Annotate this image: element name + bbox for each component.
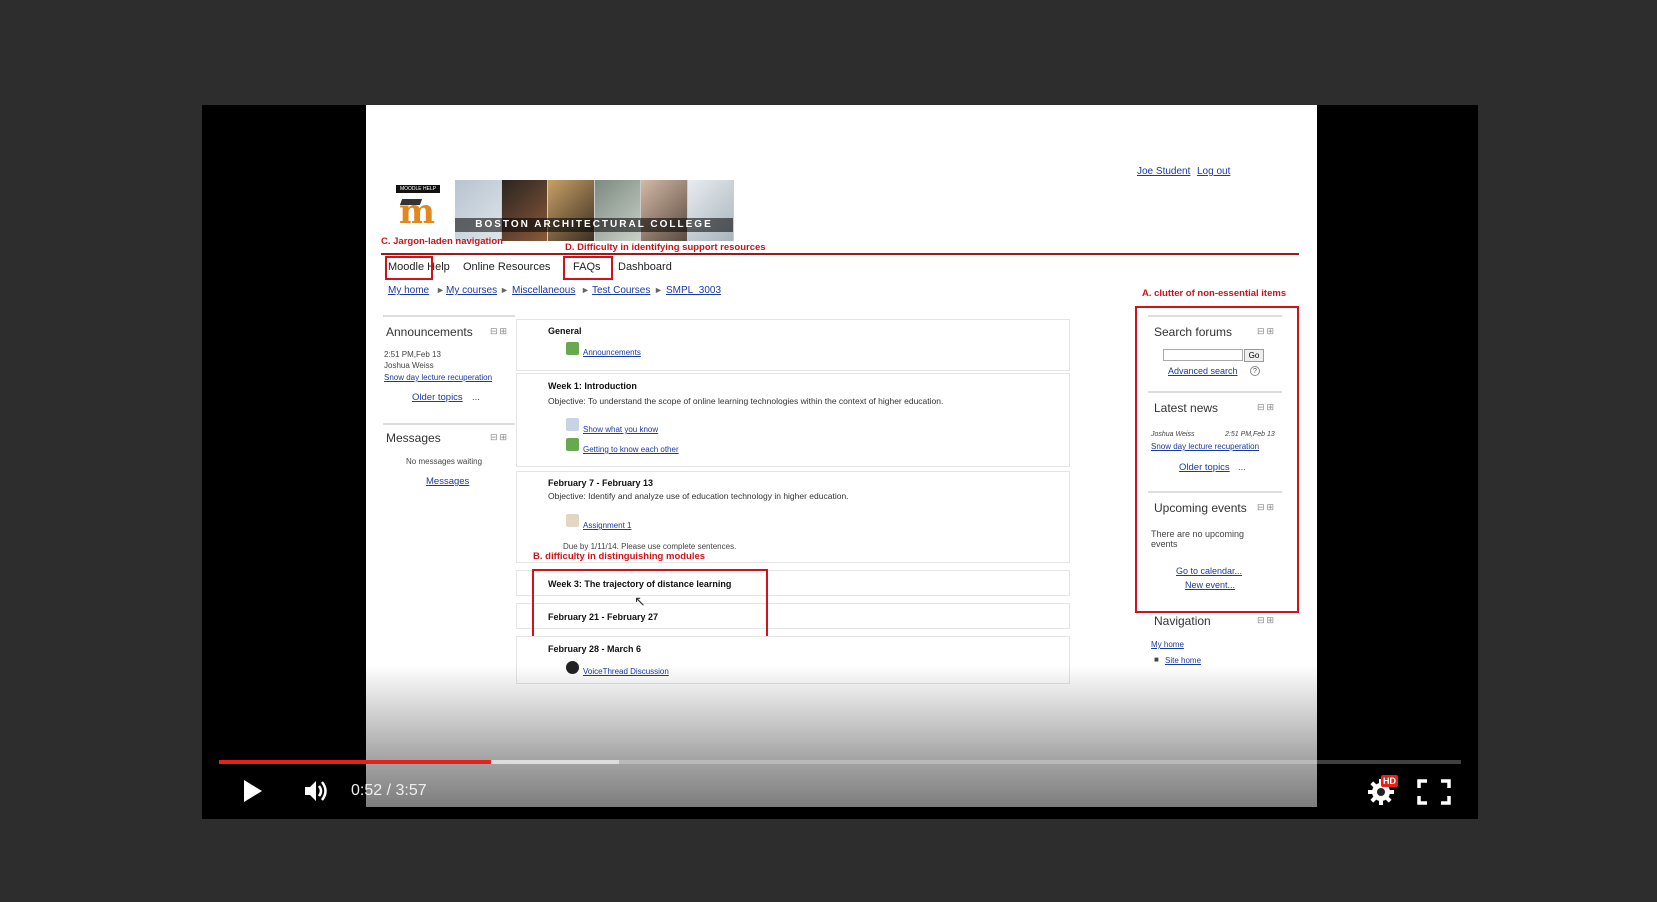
highlight-modules (532, 569, 768, 642)
block-divider (1148, 315, 1282, 317)
advanced-search-link[interactable]: Advanced search (1168, 366, 1238, 376)
fullscreen-icon[interactable] (1417, 779, 1451, 805)
section-objective: Objective: To understand the scope of on… (548, 396, 944, 406)
latest-news-title: Latest news (1154, 401, 1219, 415)
breadcrumb-my-home[interactable]: My home (388, 285, 429, 296)
section-objective: Objective: Identify and analyze use of e… (548, 491, 849, 501)
time-display: 0:52 / 3:57 (351, 782, 427, 800)
activity-link[interactable]: VoiceThread Discussion (583, 667, 669, 676)
highlight-faqs (563, 256, 613, 280)
breadcrumb-sep: ► (436, 285, 445, 295)
older-topics-ellipsis: ... (472, 392, 480, 403)
navigation-title: Navigation (1154, 614, 1211, 628)
help-icon[interactable]: ? (1250, 366, 1260, 376)
logout-link[interactable]: Log out (1197, 166, 1230, 177)
hd-badge: HD (1381, 775, 1398, 787)
moodle-m-icon: m (399, 192, 435, 232)
breadcrumb-sep: ► (581, 285, 590, 295)
annotation-b: B. difficulty in distinguishing modules (533, 551, 706, 562)
news-time: 2:51 PM,Feb 13 (1225, 431, 1275, 438)
annotation-c: C. Jargon-laden navigation (381, 236, 503, 247)
time-current: 0:52 (351, 782, 383, 799)
volume-icon[interactable] (302, 777, 330, 805)
messages-link[interactable]: Messages (426, 476, 469, 487)
block-controls-icon[interactable]: ⊟⊞ (1257, 326, 1276, 337)
activity-link[interactable]: Getting to know each other (583, 445, 679, 454)
mouse-cursor-icon: ↖ (634, 593, 646, 609)
block-controls-icon[interactable]: ⊟⊞ (490, 432, 509, 443)
annotation-a: A. clutter of non-essential items (1142, 288, 1287, 299)
play-icon[interactable] (242, 778, 264, 804)
search-go-button[interactable]: Go (1244, 349, 1264, 362)
announcement-author: Joshua Weiss (384, 361, 434, 370)
assignment-icon (566, 514, 579, 527)
assignment-note: Due by 1/11/14. Please use complete sent… (563, 542, 737, 551)
voicethread-icon (566, 661, 579, 674)
events-status: There are no upcoming events (1151, 529, 1245, 549)
new-event-link[interactable]: New event... (1185, 580, 1235, 590)
annotation-d: D. Difficulty in identifying support res… (565, 242, 766, 253)
section-title: Week 1: Introduction (548, 381, 637, 391)
progress-played (219, 760, 491, 764)
time-separator: / (386, 782, 392, 799)
nav-my-home-link[interactable]: My home (1151, 640, 1184, 649)
block-divider (383, 315, 515, 317)
announcement-post-link[interactable]: Snow day lecture recuperation (384, 373, 492, 382)
forum-icon (566, 438, 579, 451)
bullet-icon: ■ (1154, 655, 1159, 664)
news-ellipsis: ... (1238, 462, 1246, 473)
block-divider (383, 423, 515, 425)
older-topics-link[interactable]: Older topics (412, 392, 463, 403)
messages-status: No messages waiting (406, 457, 483, 466)
moodle-logo: MOODLE HELP m (396, 185, 440, 230)
news-older-link[interactable]: Older topics (1179, 462, 1230, 473)
section-title: February 7 - February 13 (548, 478, 654, 488)
activity-link[interactable]: Announcements (583, 348, 641, 357)
highlight-moodle-help (385, 256, 433, 280)
block-controls-icon[interactable]: ⊟⊞ (1257, 502, 1276, 513)
calendar-link[interactable]: Go to calendar... (1176, 566, 1242, 576)
breadcrumb-misc[interactable]: Miscellaneous (512, 285, 575, 296)
upcoming-events-title: Upcoming events (1154, 501, 1247, 515)
breadcrumb-my-courses[interactable]: My courses (446, 285, 497, 296)
activity-link[interactable]: Assignment 1 (583, 521, 631, 530)
user-name-link[interactable]: Joe Student (1137, 166, 1190, 177)
section-general (516, 319, 1070, 371)
video-frame: Joe Student Log out MOODLE HELP m BOSTON… (366, 105, 1317, 807)
forum-icon (566, 342, 579, 355)
banner-text: BOSTON ARCHITECTURAL COLLEGE (455, 218, 734, 232)
search-input[interactable] (1163, 349, 1243, 361)
breadcrumb-course[interactable]: SMPL_3003 (666, 285, 721, 296)
block-divider (1148, 491, 1282, 493)
video-player[interactable]: Joe Student Log out MOODLE HELP m BOSTON… (202, 105, 1478, 819)
section-title: February 28 - March 6 (548, 644, 642, 654)
news-author: Joshua Weiss (1151, 431, 1195, 438)
search-forums-title: Search forums (1154, 325, 1233, 339)
nav-dashboard[interactable]: Dashboard (618, 261, 672, 273)
announcement-time: 2:51 PM,Feb 13 (384, 350, 441, 359)
nav-divider (381, 253, 1299, 255)
breadcrumb-sep: ► (654, 285, 663, 295)
breadcrumb-test-courses[interactable]: Test Courses (592, 285, 650, 296)
messages-title: Messages (386, 431, 441, 445)
breadcrumb-sep: ► (500, 285, 509, 295)
activity-link[interactable]: Show what you know (583, 425, 658, 434)
block-controls-icon[interactable]: ⊟⊞ (490, 326, 509, 337)
college-banner: BOSTON ARCHITECTURAL COLLEGE (455, 180, 734, 241)
announcements-title: Announcements (386, 325, 473, 339)
news-post-link[interactable]: Snow day lecture recuperation (1151, 442, 1259, 451)
block-controls-icon[interactable]: ⊟⊞ (1257, 402, 1276, 413)
block-divider (1148, 391, 1282, 393)
nav-site-home-link[interactable]: Site home (1165, 656, 1201, 665)
nav-online-resources[interactable]: Online Resources (463, 261, 550, 273)
section-title: General (548, 326, 582, 336)
quiz-icon (566, 418, 579, 431)
time-total: 3:57 (395, 782, 427, 799)
block-controls-icon[interactable]: ⊟⊞ (1257, 615, 1276, 626)
